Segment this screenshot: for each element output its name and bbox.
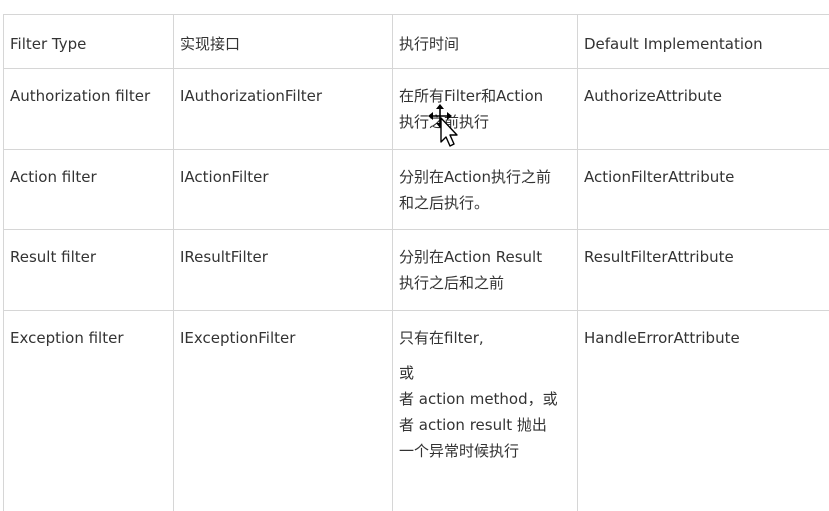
table-row: Result filter IResultFilter 分别在Action Re… xyxy=(3,229,829,311)
timing-line: 在所有Filter和Action xyxy=(399,87,544,105)
document-page: Filter Type 实现接口 执行时间 Default Implementa… xyxy=(0,0,829,511)
header-default-implementation: Default Implementation xyxy=(577,14,829,69)
timing-line: 执行之后和之前 xyxy=(399,274,505,292)
cell-interface: IResultFilter xyxy=(173,229,393,311)
cell-interface: IAuthorizationFilter xyxy=(173,68,393,150)
timing-line: 只有在filter, xyxy=(399,329,484,347)
cell-default-implementation: ActionFilterAttribute xyxy=(577,149,829,230)
cell-filter-type: Action filter xyxy=(3,149,174,230)
table-row: Authorization filter IAuthorizationFilte… xyxy=(3,68,829,150)
filter-types-table: Filter Type 实现接口 执行时间 Default Implementa… xyxy=(3,14,829,511)
table-row: Action filter IActionFilter 分别在Action执行之… xyxy=(3,149,829,230)
cell-filter-type: Result filter xyxy=(3,229,174,311)
cell-interface: IExceptionFilter xyxy=(173,310,393,511)
timing-line: 一个异常时候执行 xyxy=(399,442,520,460)
cell-default-implementation: ResultFilterAttribute xyxy=(577,229,829,311)
header-execution-time: 执行时间 xyxy=(392,14,578,69)
timing-line: 和之后执行。 xyxy=(399,194,490,212)
cell-default-implementation: AuthorizeAttribute xyxy=(577,68,829,150)
cell-interface: IActionFilter xyxy=(173,149,393,230)
cell-execution-time: 只有在filter, 或 者 action method，或 者 action … xyxy=(392,310,578,511)
header-interface: 实现接口 xyxy=(173,14,393,69)
cell-default-implementation: HandleErrorAttribute xyxy=(577,310,829,511)
cell-execution-time: 在所有Filter和Action 执行之前执行 xyxy=(392,68,578,150)
cell-filter-type: Authorization filter xyxy=(3,68,174,150)
header-filter-type: Filter Type xyxy=(3,14,174,69)
timing-line: 分别在Action执行之前 xyxy=(399,168,551,186)
timing-line: 或 xyxy=(399,364,415,382)
table-header-row: Filter Type 实现接口 执行时间 Default Implementa… xyxy=(3,14,829,69)
timing-line: 分别在Action Result xyxy=(399,248,543,266)
cell-execution-time: 分别在Action Result 执行之后和之前 xyxy=(392,229,578,311)
timing-line: 者 action result 抛出 xyxy=(399,416,547,434)
timing-line: 执行之前执行 xyxy=(399,113,490,131)
timing-line: 者 action method，或 xyxy=(399,390,558,408)
cell-filter-type: Exception filter xyxy=(3,310,174,511)
cell-execution-time: 分别在Action执行之前 和之后执行。 xyxy=(392,149,578,230)
table-row: Exception filter IExceptionFilter 只有在fil… xyxy=(3,310,829,511)
